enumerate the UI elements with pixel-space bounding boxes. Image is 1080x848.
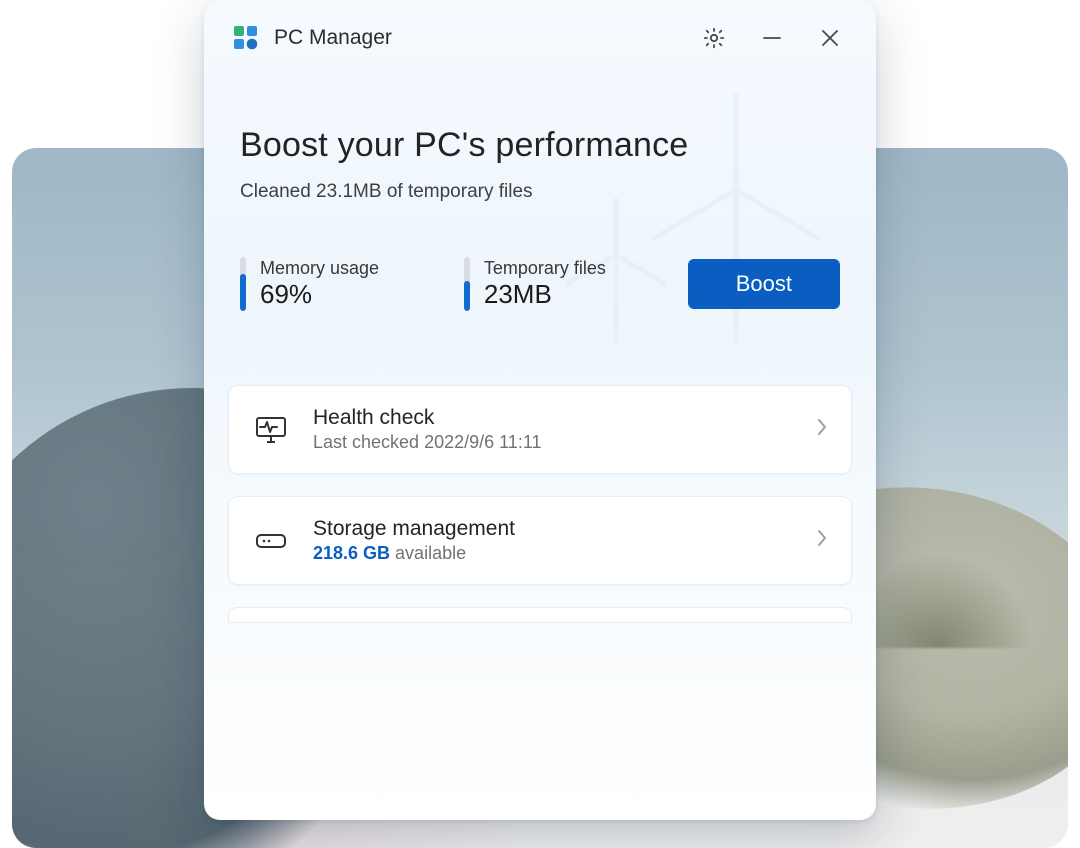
chevron-right-icon xyxy=(815,416,829,443)
minimize-button[interactable] xyxy=(750,18,794,58)
hero-subline: Cleaned 23.1MB of temporary files xyxy=(240,181,840,203)
app-title: PC Manager xyxy=(274,26,392,50)
temp-files-label: Temporary files xyxy=(484,258,606,280)
settings-button[interactable] xyxy=(692,18,736,58)
temp-files-bar-fill xyxy=(464,281,470,311)
temp-files-metric: Temporary files 23MB xyxy=(464,257,652,311)
storage-available-value: 218.6 GB xyxy=(313,543,390,563)
memory-usage-label: Memory usage xyxy=(260,258,379,280)
temp-files-value: 23MB xyxy=(484,280,606,310)
close-button[interactable] xyxy=(808,18,852,58)
boost-button[interactable]: Boost xyxy=(688,259,840,309)
health-check-subline: Last checked 2022/9/6 11:11 xyxy=(313,432,793,453)
storage-subline: 218.6 GB available xyxy=(313,543,793,564)
app-logo-icon xyxy=(232,24,260,52)
hero-section: Boost your PC's performance Cleaned 23.1… xyxy=(204,66,876,217)
metrics-row: Memory usage 69% Temporary files 23MB Bo… xyxy=(204,217,876,329)
memory-usage-bar xyxy=(240,257,246,311)
close-icon xyxy=(819,27,841,49)
memory-usage-metric: Memory usage 69% xyxy=(240,257,428,311)
memory-usage-value: 69% xyxy=(260,280,379,310)
temp-files-bar xyxy=(464,257,470,311)
storage-icon xyxy=(251,521,291,561)
storage-management-card[interactable]: Storage management 218.6 GB available xyxy=(228,496,852,585)
minimize-icon xyxy=(761,27,783,49)
health-check-icon xyxy=(251,410,291,450)
storage-available-suffix: available xyxy=(390,543,466,563)
health-check-title: Health check xyxy=(313,406,793,430)
health-check-card[interactable]: Health check Last checked 2022/9/6 11:11 xyxy=(228,385,852,474)
cards-section: Health check Last checked 2022/9/6 11:11… xyxy=(204,329,876,623)
chevron-right-icon xyxy=(815,527,829,554)
next-card-peek xyxy=(228,607,852,623)
memory-usage-bar-fill xyxy=(240,274,246,311)
hero-headline: Boost your PC's performance xyxy=(240,126,840,165)
gear-icon xyxy=(702,26,726,50)
titlebar: PC Manager xyxy=(204,0,876,66)
storage-title: Storage management xyxy=(313,517,793,541)
pc-manager-window: PC Manager xyxy=(204,0,876,820)
